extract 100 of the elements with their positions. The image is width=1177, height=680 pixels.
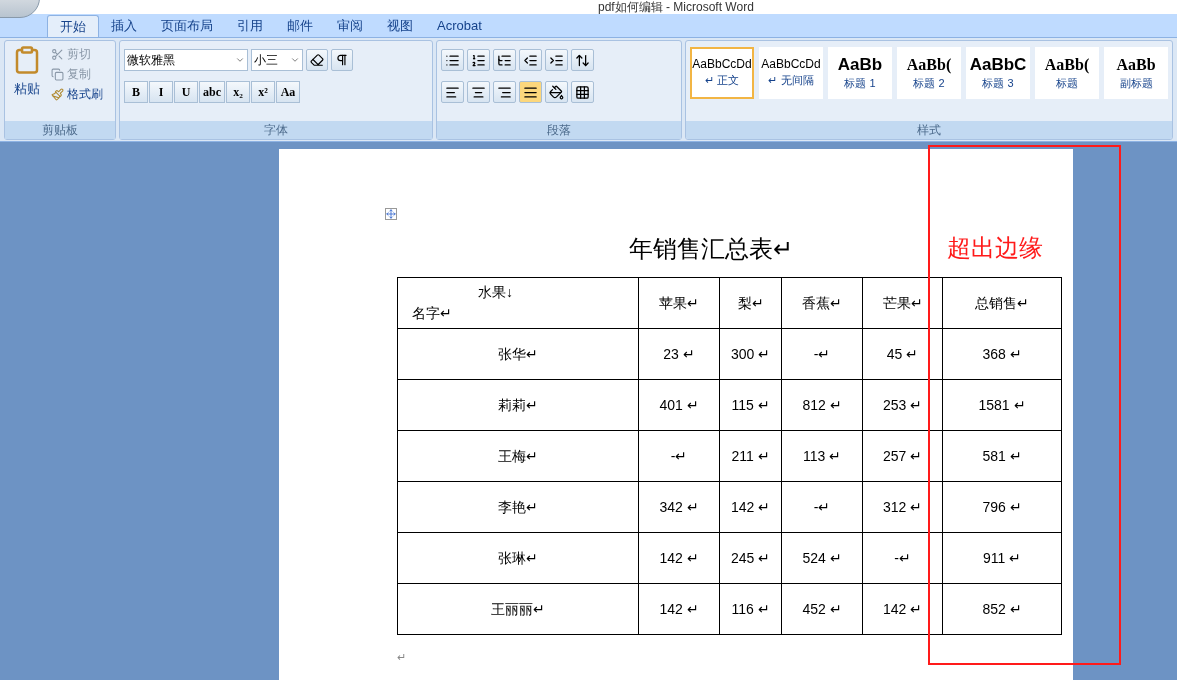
table-cell: 257 ↵ [862, 430, 943, 482]
decrease-indent-icon [523, 52, 538, 68]
format-button[interactable]: abc [199, 81, 225, 103]
table-cell: -↵ [781, 328, 863, 380]
format-button[interactable]: x² [251, 81, 275, 103]
decrease-indent-button[interactable] [519, 49, 542, 71]
multilevel-list-button[interactable] [493, 49, 516, 71]
table-cell: 142 ↵ [862, 583, 943, 635]
align-left-icon [445, 84, 460, 100]
ribbon-tab[interactable]: 视图 [375, 15, 425, 37]
table-cell: -↵ [781, 481, 863, 533]
table-cell: 342 ↵ [638, 481, 720, 533]
style-tile[interactable]: AaBb( 标题 [1035, 47, 1099, 99]
align-center-button[interactable] [467, 81, 490, 103]
style-tile[interactable]: AaBbCcDd ↵ 正文 [690, 47, 754, 99]
shading-icon [549, 84, 564, 100]
table-cell: 115 ↵ [719, 379, 782, 431]
align-right-icon [497, 84, 512, 100]
table-header-cell: 总销售↵ [942, 277, 1062, 329]
align-left-button[interactable] [441, 81, 464, 103]
ribbon-tab[interactable]: 邮件 [275, 15, 325, 37]
table-cell: 211 ↵ [719, 430, 782, 482]
table-cell: 452 ↵ [781, 583, 863, 635]
table-cell: 张琳↵ [397, 532, 639, 584]
document-title: 年销售汇总表↵ [628, 235, 793, 264]
table-header-cell: 梨↵ [719, 277, 782, 329]
bullet-list-icon [445, 52, 460, 68]
ribbon-tab[interactable]: 插入 [99, 15, 149, 37]
shading-button[interactable] [545, 81, 568, 103]
table-header-cell: 苹果↵ [638, 277, 720, 329]
table-cell: 李艳↵ [397, 481, 639, 533]
table-cell: 796 ↵ [942, 481, 1062, 533]
table-cell: 401 ↵ [638, 379, 720, 431]
scissors-icon [51, 47, 64, 61]
table-cell: 莉莉↵ [397, 379, 639, 431]
table-cell: 142 ↵ [638, 532, 720, 584]
copy-icon [51, 67, 64, 81]
style-tile[interactable]: AaBb 副标题 [1104, 47, 1168, 99]
format-painter-button[interactable]: 格式刷 [51, 85, 103, 103]
justify-button[interactable] [519, 81, 542, 103]
font-size-field[interactable]: 小三 [251, 49, 303, 71]
ribbon-tab[interactable]: 引用 [225, 15, 275, 37]
borders-button[interactable] [571, 81, 594, 103]
table-cell: 王丽丽↵ [397, 583, 639, 635]
annotation-text: 超出边缘 [947, 233, 1043, 263]
table-cell: 王梅↵ [397, 430, 639, 482]
style-tile[interactable]: AaBbC 标题 3 [966, 47, 1030, 99]
table-cell: 142 ↵ [638, 583, 720, 635]
table-cell: 812 ↵ [781, 379, 863, 431]
table-cell: 113 ↵ [781, 430, 863, 482]
window-title: pdf如何编辑 - Microsoft Word [598, 0, 754, 14]
sort-button[interactable] [571, 49, 594, 71]
increase-indent-button[interactable] [545, 49, 568, 71]
ribbon-tab[interactable]: Acrobat [425, 15, 494, 37]
format-button[interactable]: B [124, 81, 148, 103]
multilevel-list-icon [497, 52, 512, 68]
increase-indent-icon [549, 52, 564, 68]
format-button[interactable]: Aa [276, 81, 300, 103]
style-tile[interactable]: AaBbCcDd ↵ 无间隔 [759, 47, 823, 99]
table-cell: 张华↵ [397, 328, 639, 380]
align-center-icon [471, 84, 486, 100]
ribbon-tab[interactable]: 页面布局 [149, 15, 225, 37]
table-cell: 852 ↵ [942, 583, 1062, 635]
paragraph-mark: ↵ [397, 650, 406, 665]
table-header-cell: 香蕉↵ [781, 277, 863, 329]
group-label: 段落 [437, 121, 681, 139]
style-tile[interactable]: AaBb 标题 1 [828, 47, 892, 99]
numbered-list-icon [471, 52, 486, 68]
font-name-field[interactable]: 微软雅黑 [124, 49, 248, 71]
table-cell: 911 ↵ [942, 532, 1062, 584]
table-cell: 1581 ↵ [942, 379, 1062, 431]
format-button[interactable]: I [149, 81, 173, 103]
ribbon-tab[interactable]: 审阅 [325, 15, 375, 37]
format-button[interactable]: U [174, 81, 198, 103]
format-button[interactable]: x₂ [226, 81, 250, 103]
table-header-cell: 芒果↵ [862, 277, 943, 329]
table-cell: 142 ↵ [719, 481, 782, 533]
eraser-button[interactable] [306, 49, 328, 71]
table-cell: 368 ↵ [942, 328, 1062, 380]
style-tile[interactable]: AaBb( 标题 2 [897, 47, 961, 99]
group-label: 样式 [686, 121, 1172, 139]
group-label: 剪贴板 [5, 121, 115, 139]
table-cell: 45 ↵ [862, 328, 943, 380]
table-cell: 23 ↵ [638, 328, 720, 380]
group-label: 字体 [120, 121, 432, 139]
justify-icon [523, 84, 538, 100]
table-cell: 253 ↵ [862, 379, 943, 431]
ribbon-tab[interactable]: 开始 [47, 15, 99, 37]
table-header-cell: 水果↓ 名字↵ [397, 277, 639, 329]
borders-icon [575, 84, 590, 100]
paste-button[interactable]: 粘贴 [9, 45, 45, 121]
align-right-button[interactable] [493, 81, 516, 103]
numbered-list-button[interactable] [467, 49, 490, 71]
table-cell: -↵ [638, 430, 720, 482]
sort-icon [575, 52, 590, 68]
bullet-list-button[interactable] [441, 49, 464, 71]
table-cell: 116 ↵ [719, 583, 782, 635]
eraser-icon [310, 53, 324, 67]
table-cell: 245 ↵ [719, 532, 782, 584]
table-cell: 581 ↵ [942, 430, 1062, 482]
